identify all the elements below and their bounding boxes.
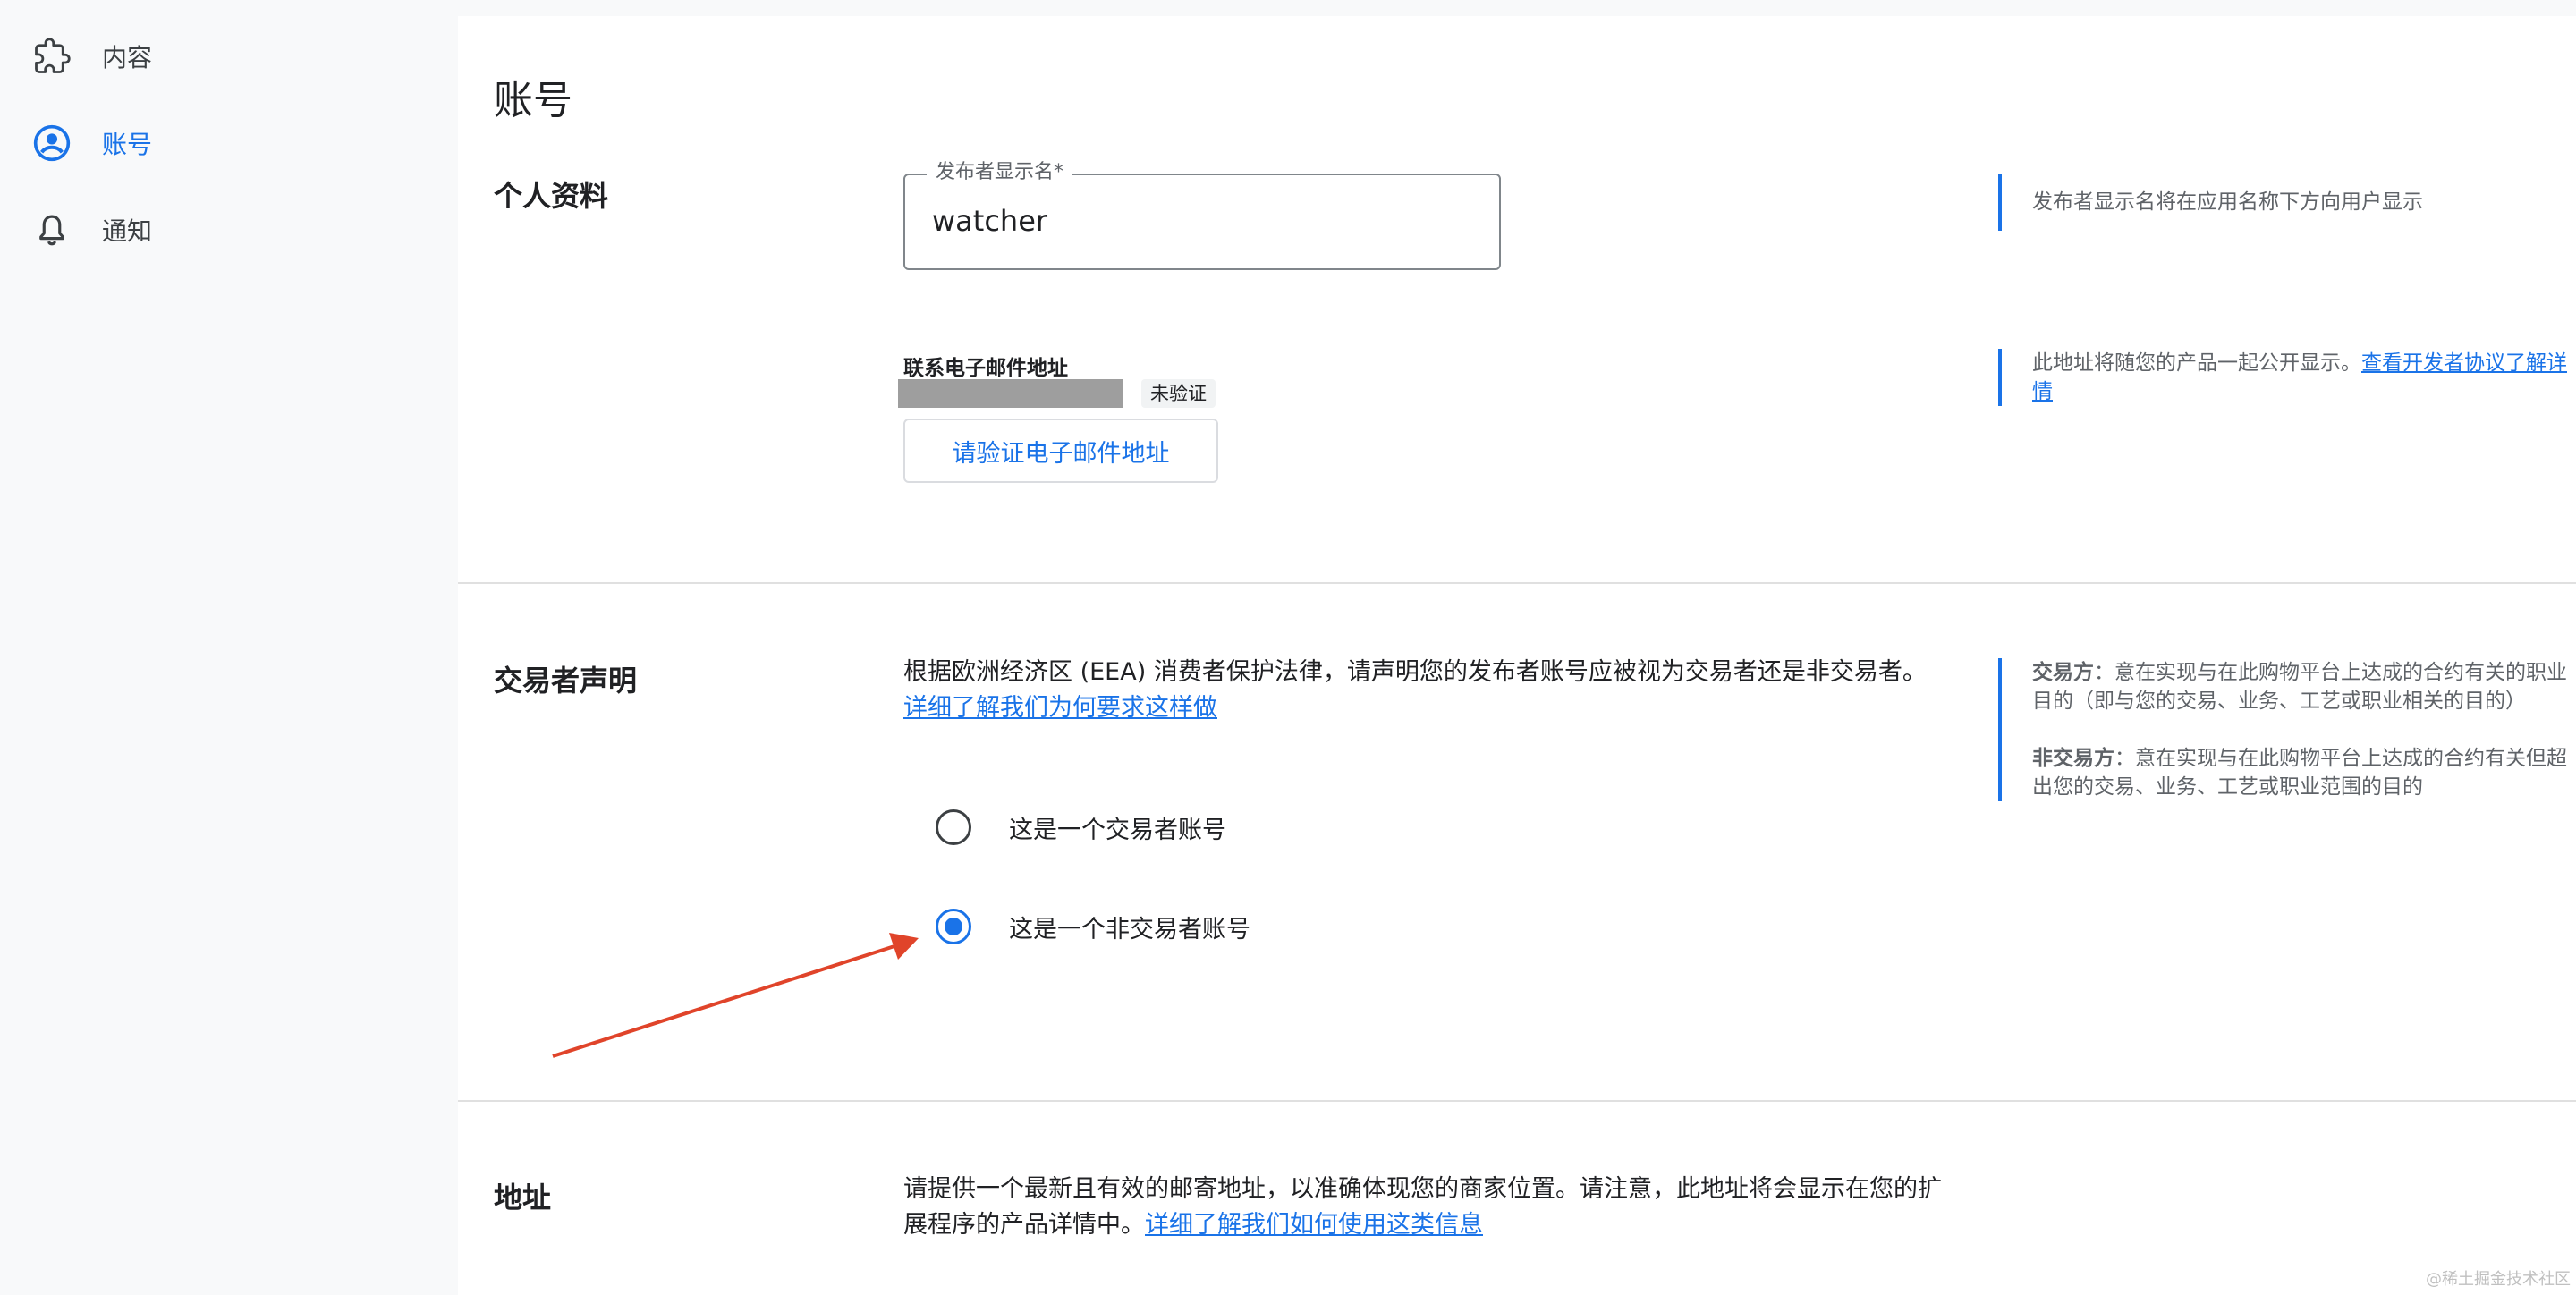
watermark: @稀土掘金技术社区: [2426, 1270, 2571, 1289]
annotation-arrow: [552, 933, 919, 1058]
